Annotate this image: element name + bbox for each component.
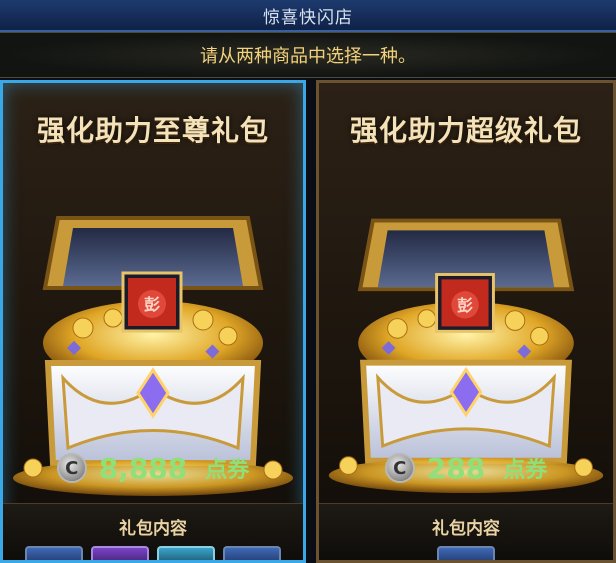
cera-coin-icon: C — [384, 453, 415, 483]
package-title: 强化助力超级礼包 — [349, 114, 582, 147]
gift-pouch-item-icon[interactable] — [437, 273, 495, 331]
content-item-slot[interactable] — [437, 546, 495, 560]
price-unit: 点券 — [503, 458, 548, 483]
price-row: C 288 点券 — [319, 448, 613, 488]
price-amount: 288 — [426, 451, 486, 485]
price-row: C 8,888 点券 — [3, 448, 303, 488]
package-card-premium[interactable]: 强化助力至尊礼包 彭 C 8,888 点券 礼包内容 — [0, 80, 306, 563]
gift-pouch-item-icon[interactable] — [123, 273, 181, 331]
contents-label: 礼包内容 — [119, 519, 187, 539]
package-title: 强化助力至尊礼包 — [36, 114, 269, 147]
instruction-banner: 请从两种商品中选择一种。 — [0, 32, 616, 78]
price-unit: 点券 — [205, 458, 250, 483]
content-item-slot[interactable] — [223, 546, 281, 560]
content-item-slot[interactable] — [157, 546, 215, 560]
cera-coin-icon: C — [56, 453, 87, 483]
package-contents-section: 礼包内容 — [319, 503, 613, 560]
package-card-super[interactable]: 强化助力超级礼包 彭 C 288 点券 礼包内容 — [316, 80, 616, 563]
price-amount: 8,888 — [98, 451, 188, 485]
content-items — [319, 546, 613, 560]
instruction-text: 请从两种商品中选择一种。 — [200, 46, 416, 67]
package-contents-section: 礼包内容 — [3, 503, 303, 560]
content-items — [3, 546, 303, 560]
content-item-slot[interactable] — [91, 546, 149, 560]
contents-label: 礼包内容 — [432, 519, 500, 539]
window-title-bar: 惊喜快闪店 — [0, 0, 616, 32]
window-title: 惊喜快闪店 — [263, 7, 353, 28]
content-item-slot[interactable] — [25, 546, 83, 560]
